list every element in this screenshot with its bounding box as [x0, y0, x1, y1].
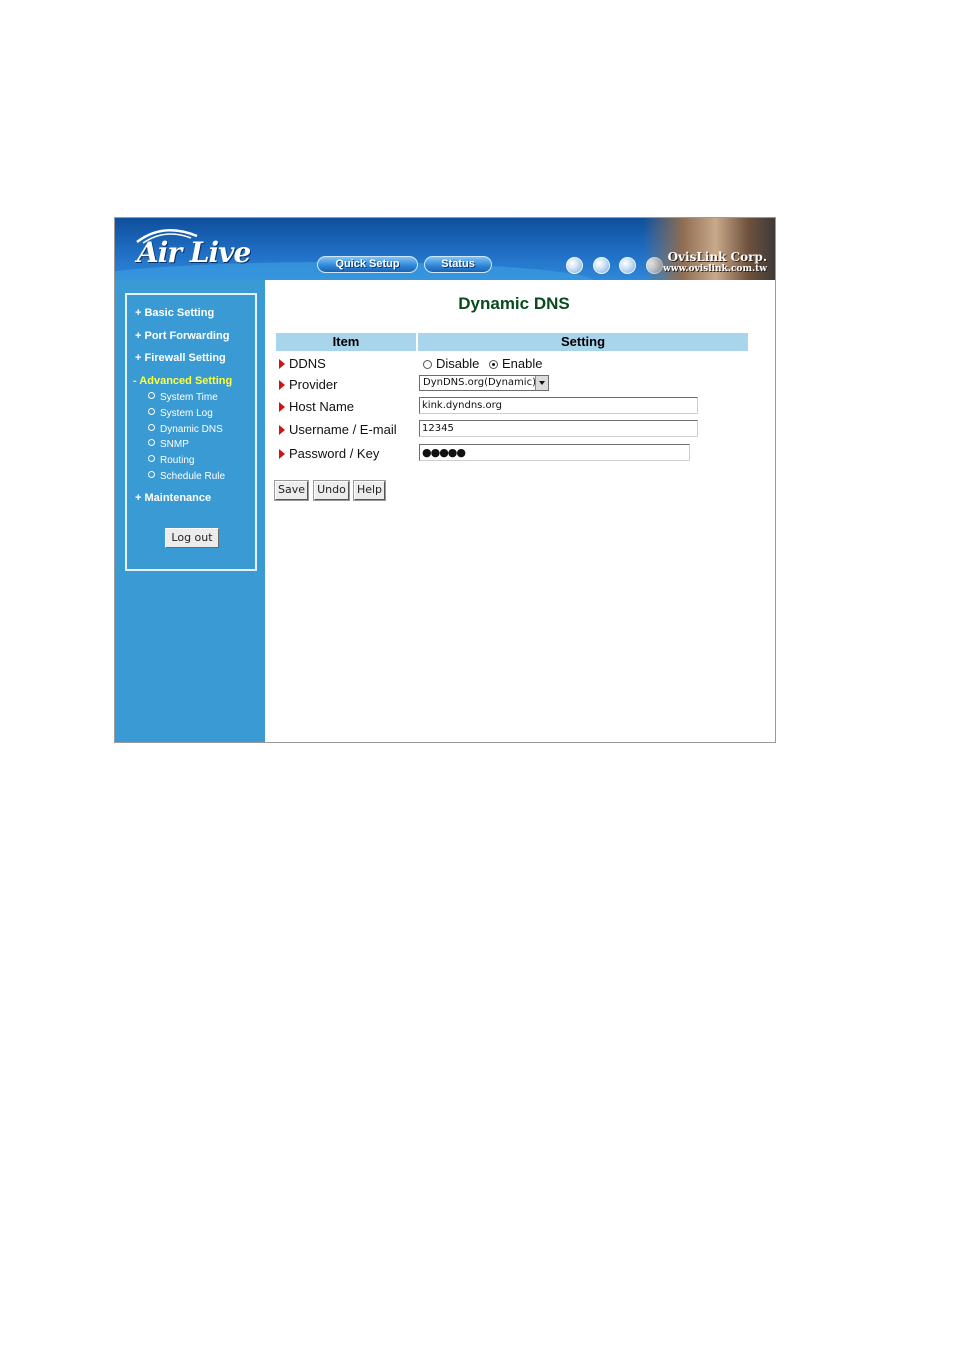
row-label-password: Password / Key: [279, 446, 379, 461]
sidebar-item-advanced-setting[interactable]: - Advanced Setting: [133, 375, 232, 387]
chevron-down-icon[interactable]: [535, 376, 548, 390]
sidebar: + Basic Setting + Port Forwarding + Fire…: [115, 280, 265, 742]
arrow-right-icon: [279, 425, 285, 435]
ddns-disable-radio[interactable]: [423, 360, 432, 369]
ddns-radio-group: Disable Enable: [423, 356, 548, 371]
sidebar-subitem-dynamic-dns[interactable]: Dynamic DNS: [148, 424, 223, 435]
page-title: Dynamic DNS: [458, 294, 570, 313]
globe-icon[interactable]: [593, 257, 610, 274]
sidebar-subitem-snmp[interactable]: SNMP: [148, 439, 189, 450]
provider-value: DynDNS.org(Dynamic): [423, 377, 536, 388]
sidebar-subitem-system-time[interactable]: System Time: [148, 392, 218, 403]
column-header-item: Item: [332, 334, 360, 349]
quick-setup-button[interactable]: Quick Setup: [317, 256, 418, 273]
row-label-host-name: Host Name: [279, 399, 354, 414]
label-text: Host Name: [289, 399, 355, 414]
globe-icon[interactable]: [566, 257, 583, 274]
label-text: DDNS: [289, 356, 326, 371]
subitem-label: SNMP: [160, 439, 189, 450]
arrow-right-icon: [279, 402, 285, 412]
label-text: Password / Key: [289, 446, 380, 461]
disable-label: Disable: [436, 356, 480, 371]
brand-block: OvisLink Corp. www.ovislink.com.tw: [663, 250, 767, 275]
sidebar-item-maintenance[interactable]: + Maintenance: [135, 492, 211, 504]
password-input[interactable]: ●●●●●: [419, 444, 690, 461]
bullet-icon: [148, 424, 155, 431]
globe-icon[interactable]: [619, 257, 636, 274]
main-content: Dynamic DNS Item Setting DDNS Provider H…: [265, 280, 775, 742]
table-header: Item Setting: [276, 333, 748, 351]
arrow-right-icon: [279, 380, 285, 390]
status-button[interactable]: Status: [424, 256, 492, 273]
enable-label: Enable: [501, 356, 543, 371]
row-label-provider: Provider: [279, 377, 337, 392]
label-text: Provider: [289, 377, 338, 392]
column-header-setting: Setting: [560, 334, 606, 349]
brand-url: www.ovislink.com.tw: [663, 264, 767, 274]
arrow-right-icon: [279, 449, 285, 459]
subitem-label: Dynamic DNS: [160, 424, 223, 435]
header-banner: Air Live Quick Setup Status OvisLink Cor…: [115, 218, 775, 280]
bullet-icon: [148, 455, 155, 462]
sidebar-subitem-routing[interactable]: Routing: [148, 455, 194, 466]
subitem-label: Schedule Rule: [160, 471, 226, 482]
router-admin-window: Air Live Quick Setup Status OvisLink Cor…: [114, 217, 776, 743]
bullet-icon: [148, 408, 155, 415]
host-name-input[interactable]: kink.dyndns.org: [419, 397, 698, 414]
brand-name: OvisLink Corp.: [667, 250, 767, 264]
sidebar-item-basic-setting[interactable]: + Basic Setting: [135, 307, 214, 319]
undo-button[interactable]: Undo: [314, 481, 349, 500]
logout-button[interactable]: Log out: [165, 528, 219, 548]
airlive-logo: Air Live: [133, 226, 283, 270]
bullet-icon: [148, 471, 155, 478]
label-text: Username / E-mail: [289, 422, 397, 437]
bullet-icon: [148, 439, 155, 446]
subitem-label: Routing: [160, 455, 195, 466]
sidebar-item-firewall-setting[interactable]: + Firewall Setting: [135, 352, 226, 364]
sidebar-item-port-forwarding[interactable]: + Port Forwarding: [135, 330, 229, 342]
save-button[interactable]: Save: [275, 481, 308, 500]
subitem-label: System Log: [160, 408, 213, 419]
sidebar-menu: + Basic Setting + Port Forwarding + Fire…: [125, 293, 257, 571]
logo-text: Air Live: [137, 236, 251, 269]
sidebar-subitem-system-log[interactable]: System Log: [148, 408, 213, 419]
arrow-right-icon: [279, 359, 285, 369]
help-button[interactable]: Help: [354, 481, 385, 500]
row-label-ddns: DDNS: [279, 356, 326, 371]
ddns-enable-radio[interactable]: [488, 360, 498, 369]
row-label-username: Username / E-mail: [279, 422, 397, 437]
bullet-icon: [148, 392, 155, 399]
provider-select[interactable]: DynDNS.org(Dynamic): [419, 375, 549, 391]
sidebar-subitem-schedule-rule[interactable]: Schedule Rule: [148, 471, 225, 482]
subitem-label: System Time: [160, 392, 218, 403]
username-input[interactable]: 12345: [419, 420, 698, 437]
